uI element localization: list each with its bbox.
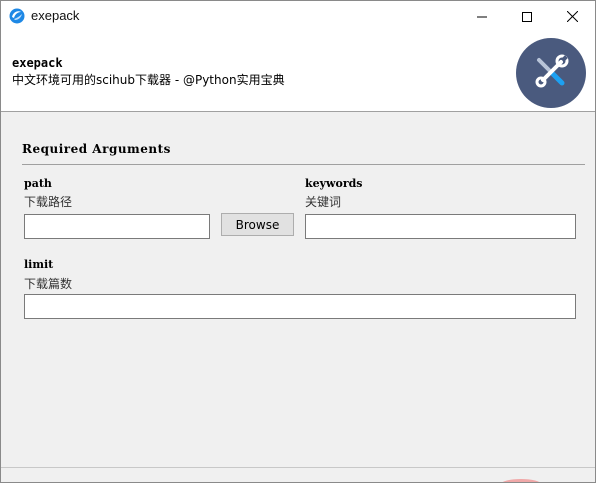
minimize-icon — [477, 12, 487, 22]
app-logo-icon — [9, 8, 25, 24]
header-badge — [516, 38, 586, 108]
browse-button[interactable]: Browse — [221, 213, 294, 236]
path-input[interactable] — [24, 214, 210, 239]
limit-label: limit — [24, 258, 54, 271]
limit-help: 下载篇数 — [24, 277, 73, 291]
title-bar[interactable]: exepack — [1, 1, 595, 32]
keywords-input[interactable] — [305, 214, 576, 239]
minimize-button[interactable] — [459, 1, 505, 32]
section-divider — [22, 164, 585, 165]
path-help: 下载路径 — [24, 195, 73, 209]
tools-icon — [531, 52, 571, 95]
close-button[interactable] — [549, 1, 595, 32]
section-title: Required Arguments — [22, 142, 171, 156]
maximize-icon — [522, 11, 532, 22]
keywords-label: keywords — [305, 177, 363, 190]
app-window: exepack exepack 中文环境可用的scihub下载器 - @Pyth… — [0, 0, 596, 483]
maximize-button[interactable] — [504, 1, 550, 32]
footer-divider — [1, 467, 595, 468]
footer-button-edge — [501, 479, 541, 482]
limit-input[interactable] — [24, 294, 576, 319]
path-label: path — [24, 177, 52, 190]
keywords-help: 关键词 — [305, 195, 342, 209]
close-icon — [566, 11, 578, 22]
window-title: exepack — [31, 8, 80, 23]
header-title: exepack — [12, 56, 63, 70]
header-panel: exepack 中文环境可用的scihub下载器 - @Python实用宝典 — [1, 32, 595, 112]
header-subtitle: 中文环境可用的scihub下载器 - @Python实用宝典 — [12, 73, 285, 87]
